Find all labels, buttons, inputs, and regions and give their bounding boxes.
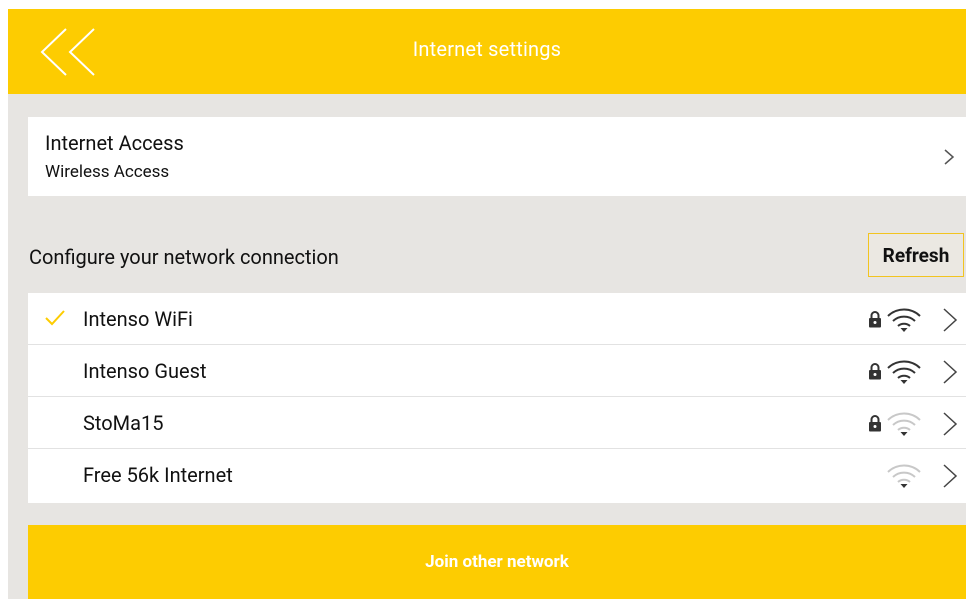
network-name: Intenso Guest [83, 359, 207, 383]
lock-icon [869, 311, 881, 328]
internet-access-item[interactable]: Internet Access Wireless Access [28, 117, 966, 196]
network-row[interactable]: Free 56k Internet [28, 449, 966, 502]
page-title: Internet settings [412, 37, 562, 61]
join-other-network-button[interactable]: Join other network [28, 525, 966, 599]
network-name: StoMa15 [83, 411, 164, 435]
network-name: Intenso WiFi [83, 307, 193, 331]
network-row[interactable]: Intenso WiFi [28, 293, 966, 345]
chevron-right-icon [943, 464, 958, 488]
internet-access-subtitle: Wireless Access [45, 162, 170, 182]
checkmark-icon [45, 310, 65, 326]
app-window: Internet settings Internet Access Wirele… [8, 9, 966, 599]
chevron-right-icon [943, 412, 958, 436]
chevron-right-icon [943, 308, 958, 332]
internet-access-title: Internet Access [45, 131, 184, 155]
refresh-button[interactable]: Refresh [868, 233, 964, 277]
wifi-signal-weak-icon [887, 412, 921, 436]
network-row[interactable]: Intenso Guest [28, 345, 966, 397]
network-section-label: Configure your network connection [29, 245, 339, 269]
wifi-signal-strong-icon [887, 308, 921, 332]
lock-icon [869, 415, 881, 432]
network-name: Free 56k Internet [83, 463, 233, 487]
wifi-signal-weak-icon [887, 464, 921, 488]
network-list: Intenso WiFi Intenso Guest StoMa15 Free … [28, 293, 966, 503]
lock-icon [869, 363, 881, 380]
chevron-right-icon [943, 360, 958, 384]
wifi-signal-strong-icon [887, 360, 921, 384]
chevron-right-icon [944, 149, 955, 165]
header-bar: Internet settings [8, 9, 966, 94]
network-row[interactable]: StoMa15 [28, 397, 966, 449]
